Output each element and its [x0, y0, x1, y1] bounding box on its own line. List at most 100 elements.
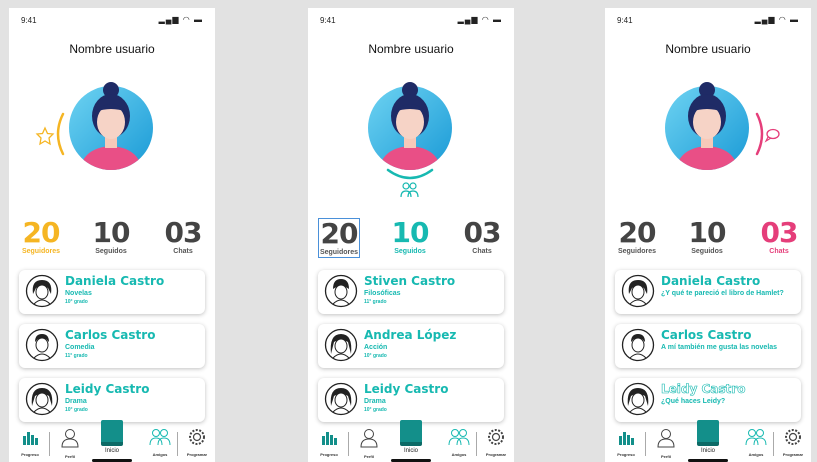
nav-label: Amigos	[748, 452, 764, 457]
stat-number: 03	[164, 216, 203, 249]
bar-chart-icon	[322, 432, 337, 445]
nav-schedule[interactable]: Programar	[479, 428, 513, 457]
nav-progress[interactable]: Progreso	[13, 428, 47, 457]
contact-genre: Novelas	[65, 290, 92, 297]
stat-chats[interactable]: 03 Chats	[153, 218, 213, 256]
phone-screen-followers: 9:41 ▂▄▆ ◠ ▬ Nombre usuario 20 Seguidore…	[9, 8, 215, 462]
status-time: 9:41	[320, 16, 336, 25]
stat-following[interactable]: 10 Seguidos	[81, 218, 141, 256]
nav-progress[interactable]: Progreso	[609, 428, 643, 457]
chat-bubble-icon[interactable]	[755, 108, 785, 160]
nav-schedule[interactable]: Programar	[180, 428, 214, 457]
stat-label: Chats	[769, 248, 789, 255]
stats-row: 20 Seguidores 10 Seguidos 03 Chats	[9, 218, 215, 264]
stat-followers[interactable]: 20 Seguidores	[607, 218, 667, 256]
contact-name: Leidy Castro	[65, 382, 150, 396]
phone-screen-chats: 9:41 ▂▄▆ ◠ ▬ Nombre usuario 20 Seguidore…	[605, 8, 811, 462]
nav-label: Amigos	[152, 452, 168, 457]
avatar[interactable]	[661, 82, 753, 174]
contact-name: Daniela Castro	[661, 274, 761, 288]
stat-chats[interactable]: 03 Chats	[452, 218, 512, 256]
nav-label: Perfil	[363, 454, 374, 459]
status-bar: 9:41 ▂▄▆ ◠ ▬	[9, 14, 215, 26]
signal-wifi-battery-icon: ▂▄▆ ◠ ▬	[158, 15, 203, 24]
user-face-icon	[25, 328, 59, 362]
contact-genre: Drama	[364, 398, 386, 405]
status-time: 9:41	[21, 16, 37, 25]
page-title: Nombre usuario	[69, 42, 155, 56]
bar-chart-icon	[23, 432, 38, 445]
nav-schedule[interactable]: Programar	[776, 428, 810, 457]
bottom-nav: Progreso Perfil Inicio Amigos Programar	[308, 420, 514, 462]
nav-home[interactable]: Inicio	[93, 420, 131, 454]
bar-chart-icon	[619, 432, 634, 445]
stat-following[interactable]: 10 Seguidos	[677, 218, 737, 256]
avatar[interactable]	[65, 82, 157, 174]
stat-number: 20	[22, 216, 61, 249]
stat-chats[interactable]: 03 Chats	[749, 218, 809, 256]
list-item[interactable]: Leidy Castro Drama 10° grado	[19, 378, 205, 422]
nav-profile[interactable]: Perfil	[649, 428, 683, 459]
last-message: ¿Y qué te pareció el libro de Hamlet?	[661, 290, 784, 297]
nav-label: Inicio	[104, 448, 119, 454]
last-message: A mí también me gusta las novelas	[661, 344, 778, 351]
contact-name: Daniela Castro	[65, 274, 165, 288]
nav-progress[interactable]: Progreso	[312, 428, 346, 457]
user-face-icon	[621, 328, 655, 362]
stat-label: Seguidores	[617, 248, 657, 255]
contact-name: Andrea López	[364, 328, 457, 342]
contact-genre: Filosóficas	[364, 290, 401, 297]
user-face-icon	[621, 274, 655, 308]
status-bar: 9:41 ▂▄▆ ◠ ▬	[308, 14, 514, 26]
nav-friends[interactable]: Amigos	[739, 428, 773, 457]
bottom-nav: Progreso Perfil Inicio Amigos Programar	[605, 420, 811, 462]
stat-number: 03	[760, 216, 799, 249]
contact-grade: 11° grado	[364, 299, 387, 305]
avatar[interactable]	[364, 82, 456, 174]
phone-screen-following: 9:41 ▂▄▆ ◠ ▬ Nombre usuario 20 Seguidore…	[308, 8, 514, 462]
page-title: Nombre usuario	[665, 42, 751, 56]
nav-label: Perfil	[660, 454, 671, 459]
nav-friends[interactable]: Amigos	[143, 428, 177, 457]
nav-profile[interactable]: Perfil	[53, 428, 87, 459]
contact-name: Leidy Castro	[364, 382, 449, 396]
nav-label: Progreso	[617, 452, 635, 457]
contact-grade: 10° grado	[364, 353, 387, 359]
nav-home[interactable]: Inicio	[392, 420, 430, 454]
stat-number: 10	[92, 216, 131, 249]
list-item[interactable]: Andrea López Acción 10° grado	[318, 324, 504, 368]
book-icon	[400, 420, 422, 446]
list-item[interactable]: Leidy Castro ¿Qué haces Leidy?	[615, 378, 801, 422]
list-item[interactable]: Carlos Castro A mí también me gusta las …	[615, 324, 801, 368]
bottom-nav: Progreso Perfil Inicio Amigos Programar	[9, 420, 215, 462]
list-item[interactable]: Carlos Castro Comedia 11° grado	[19, 324, 205, 368]
list-item[interactable]: Leidy Castro Drama 10° grado	[318, 378, 504, 422]
list-item[interactable]: Stiven Castro Filosóficas 11° grado	[318, 270, 504, 314]
friends-icon	[149, 429, 171, 446]
book-icon	[697, 420, 719, 446]
stat-followers[interactable]: 20 Seguidores	[11, 218, 71, 256]
nav-friends[interactable]: Amigos	[442, 428, 476, 457]
stat-followers[interactable]: 20 Seguidores	[318, 218, 360, 258]
contact-grade: 10° grado	[364, 407, 387, 413]
nav-label: Inicio	[403, 448, 418, 454]
user-face-icon	[324, 382, 358, 416]
status-time: 9:41	[617, 16, 633, 25]
nav-profile[interactable]: Perfil	[352, 428, 386, 459]
list-item[interactable]: Daniela Castro ¿Y qué te pareció el libr…	[615, 270, 801, 314]
nav-home[interactable]: Inicio	[689, 420, 727, 454]
star-icon[interactable]	[35, 108, 65, 160]
stat-number: 03	[463, 216, 502, 249]
nav-divider	[773, 432, 774, 456]
gear-icon	[488, 429, 504, 445]
friends-icon[interactable]	[380, 168, 440, 204]
contact-grade: 10° grado	[65, 299, 88, 305]
signal-wifi-battery-icon: ▂▄▆ ◠ ▬	[457, 15, 502, 24]
list-item[interactable]: Daniela Castro Novelas 10° grado	[19, 270, 205, 314]
contact-grade: 11° grado	[65, 353, 88, 359]
user-icon	[657, 429, 675, 448]
nav-label: Programar	[186, 452, 208, 457]
stat-following[interactable]: 10 Seguidos	[380, 218, 440, 256]
user-face-icon	[621, 382, 655, 416]
nav-divider	[177, 432, 178, 456]
